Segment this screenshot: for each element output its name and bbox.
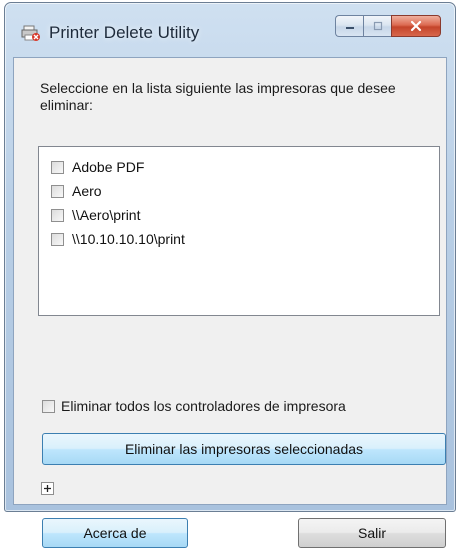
list-item[interactable]: Adobe PDF bbox=[39, 155, 439, 179]
title-bar[interactable]: Printer Delete Utility bbox=[5, 3, 455, 51]
list-item[interactable]: \\10.10.10.10\print bbox=[39, 227, 439, 251]
list-item[interactable]: Aero bbox=[39, 179, 439, 203]
printer-checkbox[interactable] bbox=[51, 208, 64, 222]
minimize-icon bbox=[345, 27, 354, 29]
app-window: Printer Delete Utility Seleccione en la … bbox=[4, 2, 456, 548]
delete-selected-printers-button[interactable]: Eliminar las impresoras seleccionadas bbox=[42, 433, 446, 465]
close-button[interactable] bbox=[391, 15, 441, 37]
window-title: Printer Delete Utility bbox=[49, 23, 200, 42]
printer-checkbox[interactable] bbox=[51, 184, 64, 198]
remove-all-drivers-option[interactable]: Eliminar todos los controladores de impr… bbox=[42, 398, 346, 414]
remove-all-drivers-label: Eliminar todos los controladores de impr… bbox=[61, 398, 346, 414]
minimize-button[interactable] bbox=[335, 15, 363, 37]
caption-buttons bbox=[335, 15, 441, 37]
exit-button[interactable]: Salir bbox=[298, 518, 446, 548]
printer-checkbox[interactable] bbox=[51, 232, 64, 246]
about-button[interactable]: Acerca de bbox=[42, 518, 188, 548]
maximize-icon bbox=[373, 21, 382, 31]
instruction-text: Seleccione en la lista siguiente las imp… bbox=[40, 80, 396, 113]
close-icon bbox=[410, 20, 422, 32]
printer-label: \\10.10.10.10\print bbox=[72, 231, 185, 247]
remove-all-drivers-checkbox[interactable] bbox=[42, 399, 55, 413]
printer-label: Adobe PDF bbox=[72, 159, 145, 175]
list-item[interactable]: \\Aero\print bbox=[39, 203, 439, 227]
expand-button[interactable] bbox=[41, 482, 54, 495]
plus-icon bbox=[44, 485, 51, 492]
printer-delete-icon bbox=[21, 25, 41, 41]
printer-label: Aero bbox=[72, 183, 102, 199]
maximize-button[interactable] bbox=[363, 15, 391, 37]
printer-list[interactable]: Adobe PDF Aero \\Aero\print \\10.10.10.1… bbox=[38, 146, 440, 316]
printer-checkbox[interactable] bbox=[51, 160, 64, 174]
dialog-content: Seleccione en la lista siguiente las imp… bbox=[13, 57, 447, 548]
printer-label: \\Aero\print bbox=[72, 207, 141, 223]
